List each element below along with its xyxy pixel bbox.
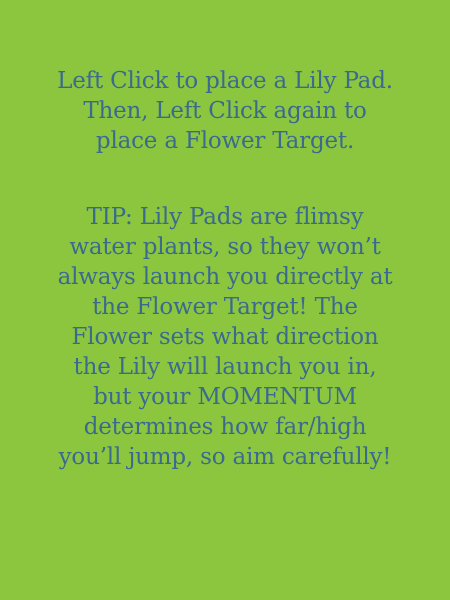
tip-line: determines how far/high [83,414,367,440]
tip-line: the Lily will launch you in, [73,354,377,380]
tip-line: you’ll jump, so aim carefully! [58,444,392,470]
tutorial-panel: Left Click to place a Lily Pad. Then, Le… [0,0,450,600]
instructions-line: Then, Left Click again to [83,98,367,124]
tip-line: always launch you directly at [57,264,393,290]
tip-line: the Flower Target! The [92,294,358,320]
tip-line: but your MOMENTUM [93,384,357,410]
tip-line: Flower sets what direction [71,324,379,350]
instructions-line: Left Click to place a Lily Pad. [57,68,393,94]
tip-text: TIP: Lily Pads are flimsy water plants, … [0,202,450,472]
instructions-text: Left Click to place a Lily Pad. Then, Le… [0,66,450,156]
tip-line: water plants, so they won’t [69,234,381,260]
tip-line: TIP: Lily Pads are flimsy [86,204,364,230]
instructions-line: place a Flower Target. [95,128,355,154]
